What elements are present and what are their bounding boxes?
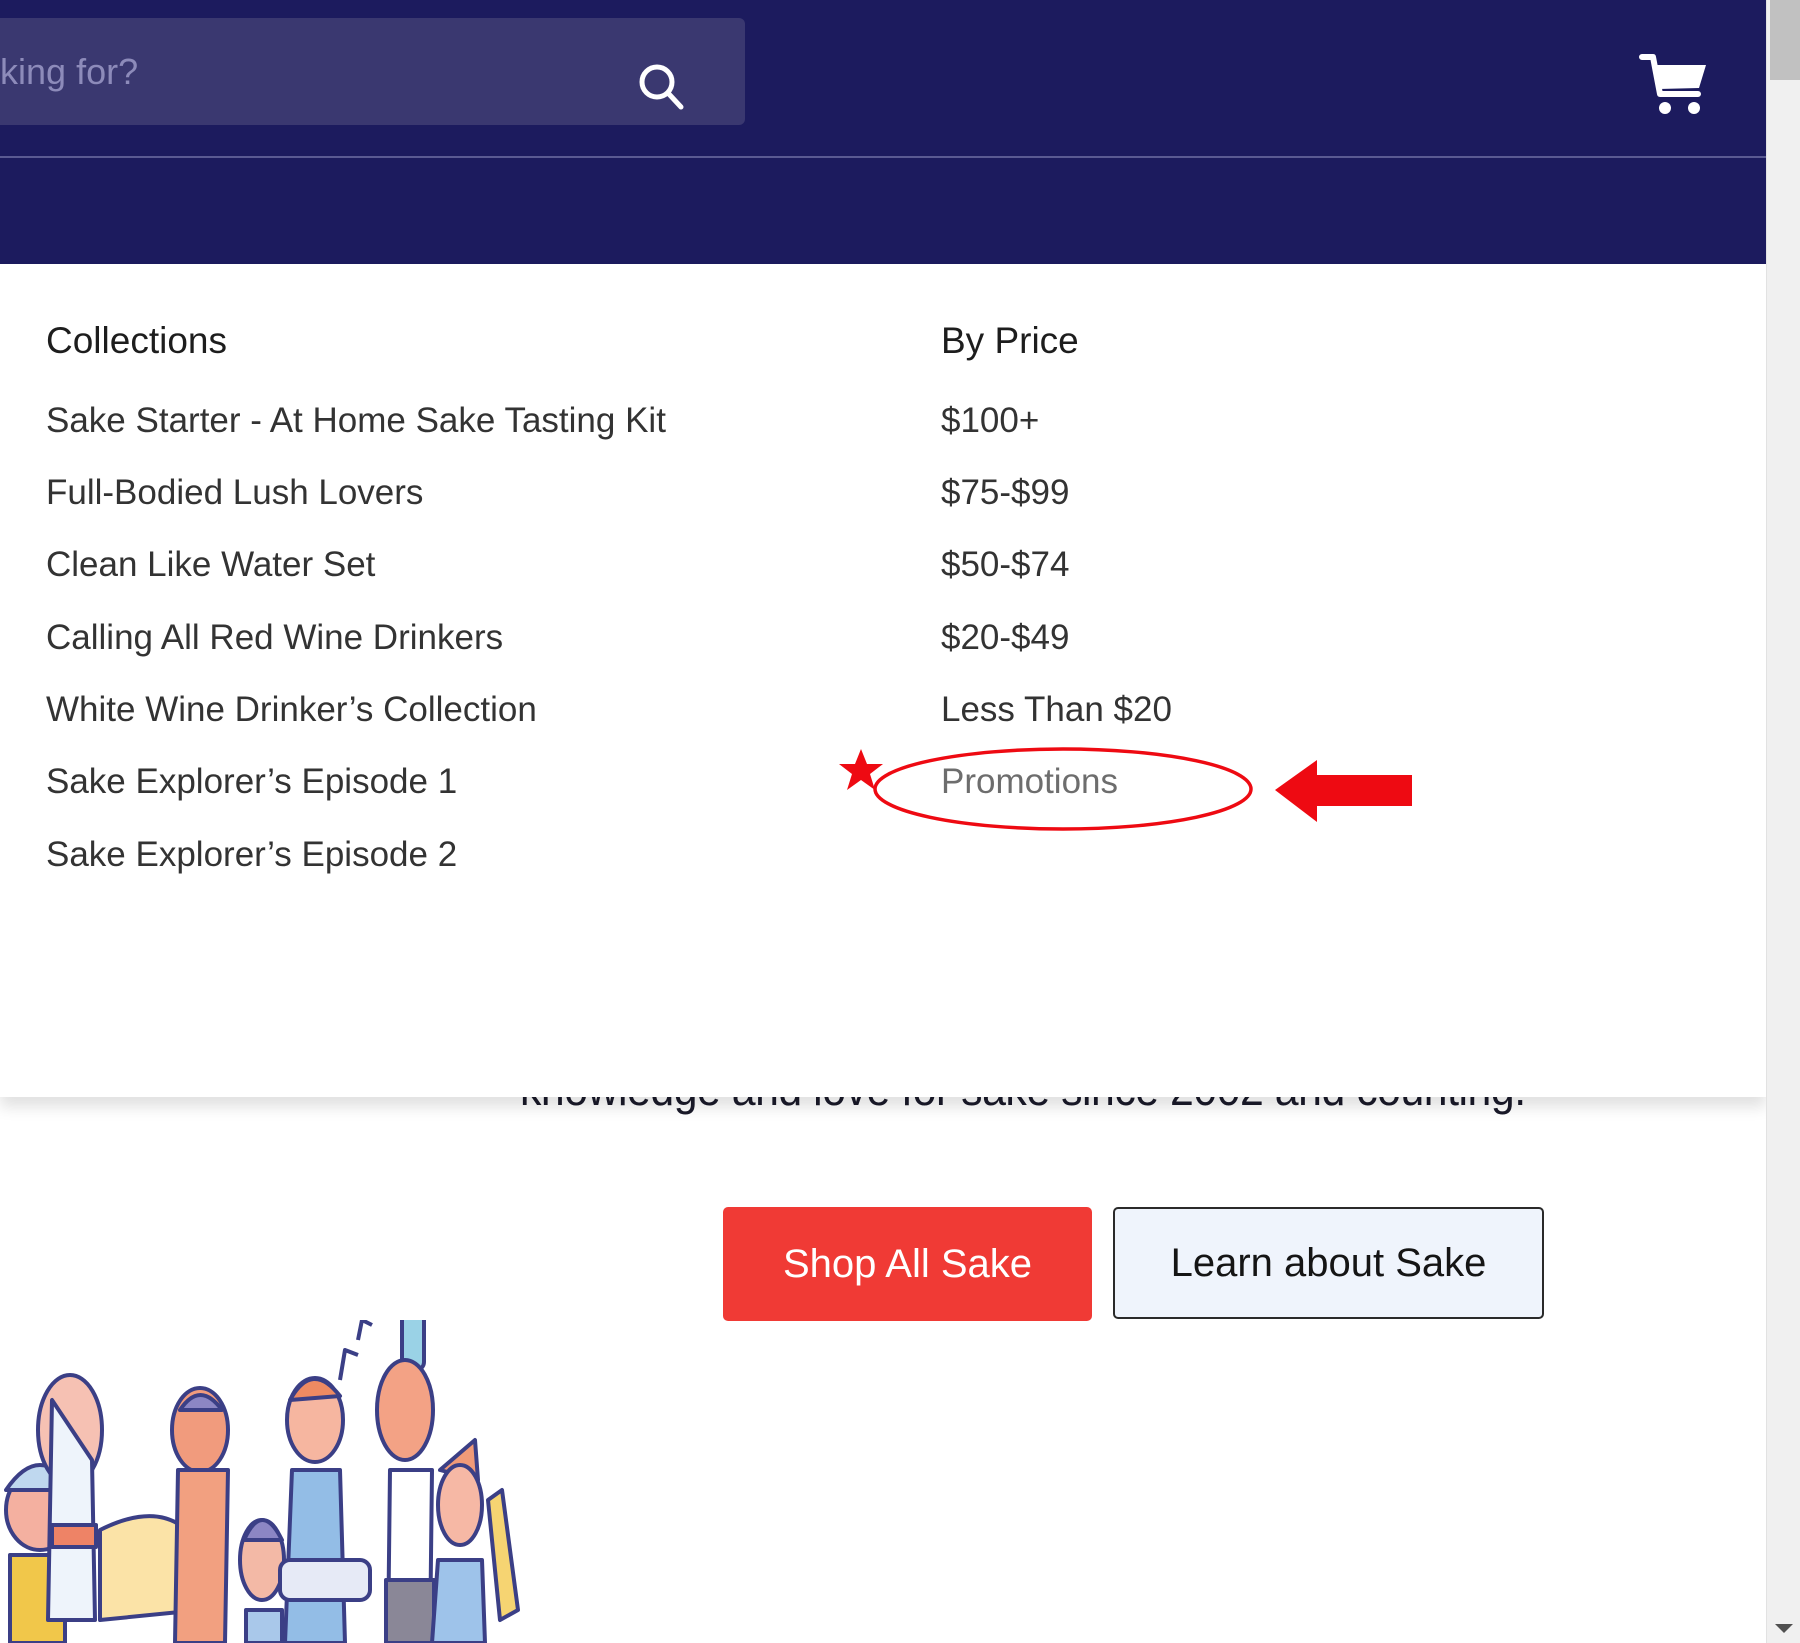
shop-mega-menu: Collections Sake Starter - At Home Sake … (0, 264, 1766, 1097)
learn-about-sake-button[interactable]: Learn about Sake (1113, 1207, 1544, 1319)
collection-link[interactable]: Sake Explorer’s Episode 2 (46, 835, 457, 875)
scrollbar-thumb[interactable] (1770, 0, 1800, 80)
collection-link[interactable]: Sake Starter - At Home Sake Tasting Kit (46, 401, 666, 441)
shop-all-sake-button[interactable]: Shop All Sake (723, 1207, 1092, 1321)
price-link[interactable]: $75-$99 (941, 473, 1069, 513)
collection-link[interactable]: Clean Like Water Set (46, 545, 375, 585)
illustration-person (278, 1376, 372, 1643)
illustration-music-notes (338, 1320, 373, 1381)
search-input[interactable]: oking for? (0, 18, 138, 125)
nav-bar: Login (0, 158, 1766, 384)
cart-icon[interactable] (1638, 52, 1710, 118)
collection-link[interactable]: Full-Bodied Lush Lovers (46, 473, 423, 513)
price-link[interactable]: $20-$49 (941, 618, 1069, 658)
illustration-person (430, 1438, 487, 1643)
page: oking for? Login knowledge and love for … (0, 0, 1766, 1643)
top-header-bar: oking for? (0, 0, 1766, 156)
search-box[interactable]: oking for? (0, 18, 745, 125)
scroll-down-arrow-icon[interactable] (1775, 1624, 1793, 1633)
price-link[interactable]: $100+ (941, 401, 1039, 441)
promotions-link[interactable]: Promotions (941, 762, 1118, 802)
by-price-heading: By Price (941, 320, 1079, 361)
vertical-scrollbar[interactable] (1766, 0, 1800, 1643)
illustration-person (170, 1386, 230, 1643)
collection-link[interactable]: Sake Explorer’s Episode 1 (46, 762, 457, 802)
price-link[interactable]: Less Than $20 (941, 690, 1172, 730)
collection-link[interactable]: Calling All Red Wine Drinkers (46, 618, 503, 658)
search-icon[interactable] (635, 61, 687, 113)
collection-link[interactable]: White Wine Drinker’s Collection (46, 690, 537, 730)
illustration-person (375, 1320, 436, 1643)
illustration-person (238, 1518, 286, 1643)
price-link[interactable]: $50-$74 (941, 545, 1069, 585)
illustration-bottle (486, 1488, 520, 1622)
collections-heading: Collections (46, 320, 227, 361)
hero-illustration (4, 1320, 520, 1643)
